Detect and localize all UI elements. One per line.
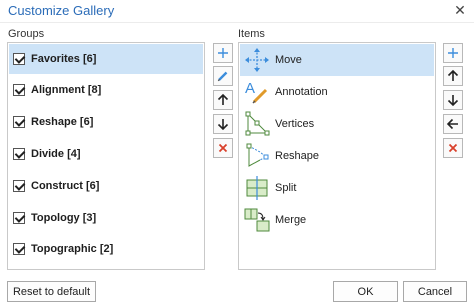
group-row-topology[interactable]: Topology [3] <box>9 203 203 233</box>
remove-from-group-icon <box>446 118 458 130</box>
vertices-icon <box>245 111 270 136</box>
item-label: Vertices <box>275 118 315 130</box>
group-move-up-button[interactable] <box>213 90 233 110</box>
item-delete-button[interactable] <box>443 138 463 158</box>
group-edit-button[interactable] <box>213 66 233 86</box>
delete-icon <box>448 143 458 153</box>
items-list[interactable]: Move A Annotation Vertices Reshape Split… <box>238 42 436 270</box>
checkbox[interactable] <box>13 180 25 192</box>
group-row-reshape[interactable]: Reshape [6] <box>9 107 203 137</box>
add-icon <box>448 48 458 58</box>
item-add-button[interactable] <box>443 43 463 63</box>
group-add-button[interactable] <box>213 43 233 63</box>
move-down-icon <box>447 95 459 107</box>
item-row-vertices[interactable]: Vertices <box>240 108 434 140</box>
dialog-title: Customize Gallery <box>8 3 115 18</box>
item-label: Move <box>275 54 302 66</box>
move-icon <box>245 48 269 72</box>
cancel-button[interactable]: Cancel <box>403 281 467 302</box>
group-label: Favorites [6] <box>31 53 97 65</box>
title-divider <box>0 22 474 23</box>
item-move-up-button[interactable] <box>443 66 463 86</box>
checkbox[interactable] <box>13 53 25 65</box>
group-row-topographic[interactable]: Topographic [2] <box>9 234 203 264</box>
item-row-move[interactable]: Move <box>240 44 434 76</box>
group-row-favorites[interactable]: Favorites [6] <box>9 44 203 74</box>
checkbox[interactable] <box>13 243 25 255</box>
group-label: Construct [6] <box>31 180 100 192</box>
ok-button[interactable]: OK <box>333 281 398 302</box>
group-move-down-button[interactable] <box>213 114 233 134</box>
group-label: Alignment [8] <box>31 84 102 96</box>
item-row-split[interactable]: Split <box>240 172 434 204</box>
add-icon <box>218 48 228 58</box>
move-down-icon <box>217 119 229 131</box>
reshape-icon <box>246 143 269 167</box>
item-label: Split <box>275 182 297 194</box>
svg-text:A: A <box>245 80 255 97</box>
item-remove-button[interactable] <box>443 114 463 134</box>
move-up-icon <box>447 69 459 81</box>
group-row-alignment[interactable]: Alignment [8] <box>9 75 203 105</box>
group-row-construct[interactable]: Construct [6] <box>9 171 203 201</box>
reset-to-default-button[interactable]: Reset to default <box>7 281 96 302</box>
groups-list[interactable]: Favorites [6] Alignment [8] Reshape [6] … <box>7 42 205 270</box>
item-label: Merge <box>275 214 307 226</box>
split-icon <box>246 176 268 200</box>
items-label: Items <box>238 28 265 40</box>
checkbox[interactable] <box>13 84 25 96</box>
checkbox[interactable] <box>13 212 25 224</box>
annotation-icon: A <box>245 80 268 104</box>
item-row-reshape[interactable]: Reshape <box>240 140 434 172</box>
group-label: Divide [4] <box>31 148 81 160</box>
group-row-divide[interactable]: Divide [4] <box>9 139 203 169</box>
item-row-annotation[interactable]: A Annotation <box>240 76 434 108</box>
delete-icon <box>218 143 228 153</box>
checkbox[interactable] <box>13 116 25 128</box>
group-delete-button[interactable] <box>213 138 233 158</box>
checkbox[interactable] <box>13 148 25 160</box>
merge-icon <box>244 208 270 232</box>
item-move-down-button[interactable] <box>443 90 463 110</box>
edit-icon <box>217 71 228 82</box>
item-row-merge[interactable]: Merge <box>240 204 434 236</box>
groups-label: Groups <box>8 28 45 40</box>
group-label: Reshape [6] <box>31 116 94 128</box>
close-icon[interactable]: ✕ <box>452 2 468 18</box>
move-up-icon <box>217 93 229 105</box>
group-label: Topographic [2] <box>31 243 114 255</box>
item-label: Reshape <box>275 150 320 162</box>
group-label: Topology [3] <box>31 212 97 224</box>
item-label: Annotation <box>275 86 328 98</box>
